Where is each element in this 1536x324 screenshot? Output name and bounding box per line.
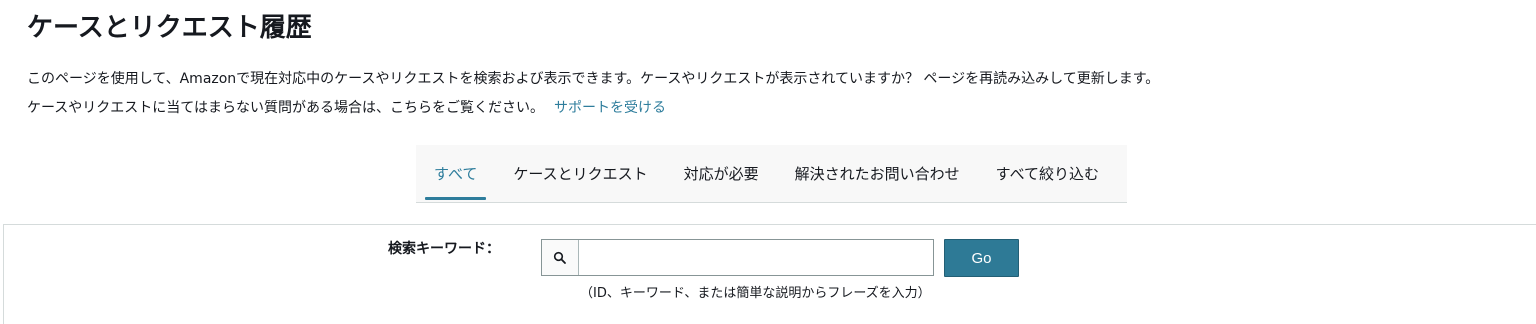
search-label: 検索キーワード： xyxy=(388,241,500,257)
case-tabs: すべて ケースとリクエスト 対応が必要 解決されたお問い合わせ すべて絞り込む xyxy=(416,145,1127,203)
search-icon xyxy=(542,240,579,275)
tab-all[interactable]: すべて xyxy=(425,145,487,202)
page-description: このページを使用して、Amazonで現在対応中のケースやリクエストを検索および表… xyxy=(27,71,1160,87)
go-button[interactable]: Go xyxy=(944,239,1019,277)
tab-filter-all[interactable]: すべて絞り込む xyxy=(987,145,1108,202)
search-input[interactable] xyxy=(579,240,933,275)
get-support-link[interactable]: サポートを受ける xyxy=(554,100,666,116)
tab-action-required[interactable]: 対応が必要 xyxy=(675,145,768,202)
tab-resolved[interactable]: 解決されたお問い合わせ xyxy=(786,145,969,202)
search-hint: （ID、キーワード、または簡単な説明からフレーズを入力） xyxy=(580,286,931,301)
help-text: ケースやリクエストに当てはまらない質問がある場合は、こちらをご覧ください。 xyxy=(27,100,545,116)
page-description-help: ケースやリクエストに当てはまらない質問がある場合は、こちらをご覧ください。 サポー… xyxy=(27,98,666,118)
page-title: ケースとリクエスト履歴 xyxy=(27,13,312,43)
tab-cases-and-requests[interactable]: ケースとリクエスト xyxy=(504,145,656,202)
search-box xyxy=(541,239,934,276)
